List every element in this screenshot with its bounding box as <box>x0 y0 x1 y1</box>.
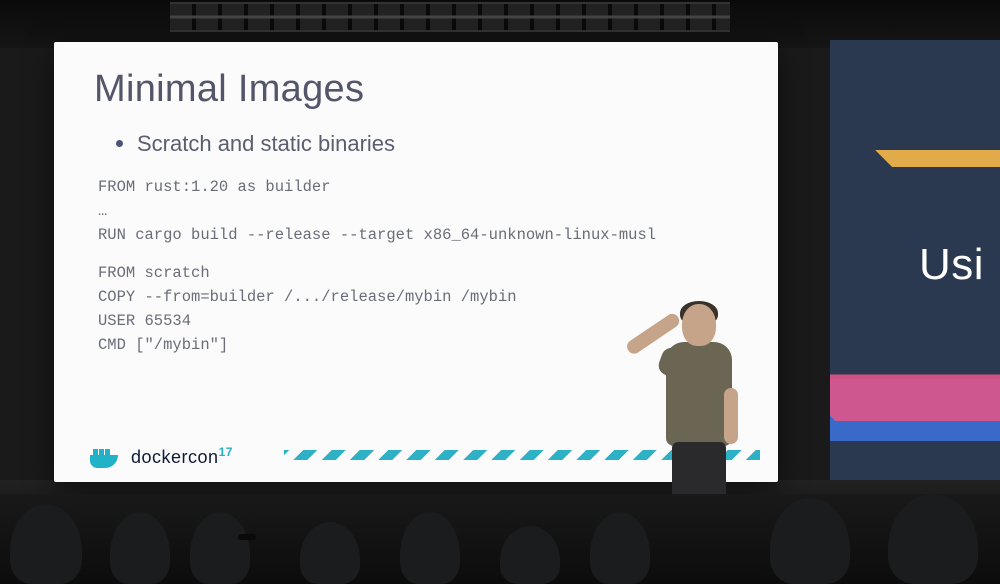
stage-side-banner: Usi <box>830 40 1000 520</box>
audience-head <box>190 512 250 584</box>
audience-head <box>770 498 850 584</box>
audience-head <box>590 512 650 584</box>
docker-whale-icon <box>90 445 123 468</box>
footer-brand-text: dockercon17 <box>131 445 233 468</box>
audience-head <box>400 512 460 584</box>
speaker-person <box>644 304 754 526</box>
arrow-graphic-yellow <box>875 65 1000 235</box>
slide-title: Minimal Images <box>94 68 742 111</box>
footer-brand: dockercon <box>131 447 219 467</box>
banner-partial-text: Usi <box>919 240 984 290</box>
bullet-row: Scratch and static binaries <box>116 131 742 157</box>
speaker-head <box>682 304 716 346</box>
audience-head <box>110 512 170 584</box>
dockerfile-stage-1: FROM rust:1.20 as builder … RUN cargo bu… <box>98 175 742 247</box>
bullet-dot-icon <box>116 140 123 147</box>
audience-head <box>500 526 560 584</box>
audience-head <box>300 522 360 584</box>
lighting-truss <box>170 2 730 32</box>
footer-year: 17 <box>219 445 233 459</box>
speaker-torso <box>666 342 732 446</box>
audience-head <box>10 504 82 584</box>
audience-row <box>0 494 1000 584</box>
slide-footer: dockercon17 <box>90 445 233 468</box>
bullet-text: Scratch and static binaries <box>137 131 395 157</box>
audience-head <box>888 494 978 584</box>
speaker-right-arm <box>724 388 738 444</box>
